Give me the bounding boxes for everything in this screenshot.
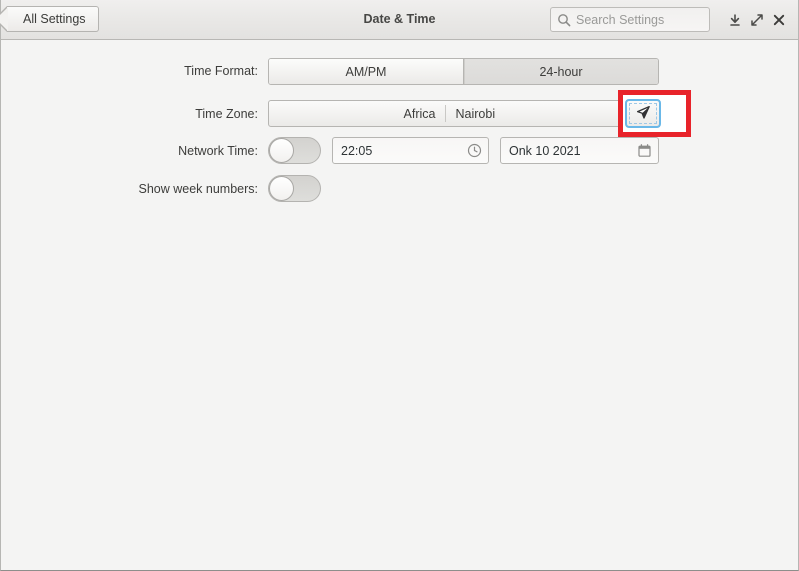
time-zone-region[interactable]: Africa bbox=[269, 101, 445, 126]
time-input[interactable]: 22:05 bbox=[332, 137, 489, 164]
search-placeholder: Search Settings bbox=[576, 12, 665, 27]
show-week-numbers-toggle[interactable] bbox=[268, 175, 321, 202]
header-right-group: Search Settings bbox=[550, 7, 790, 32]
all-settings-back-button[interactable]: All Settings bbox=[0, 6, 99, 32]
toggle-knob bbox=[269, 138, 294, 163]
network-time-label: Network Time: bbox=[178, 144, 258, 158]
clock-icon[interactable] bbox=[467, 143, 482, 158]
maximize-button[interactable] bbox=[746, 8, 768, 32]
time-zone-field[interactable]: Africa Nairobi bbox=[268, 100, 623, 127]
time-format-option-ampm[interactable]: AM/PM bbox=[269, 59, 463, 84]
header-bar: All Settings Date & Time Search Settings bbox=[0, 0, 798, 40]
show-week-numbers-label: Show week numbers: bbox=[138, 182, 258, 196]
calendar-icon[interactable] bbox=[637, 143, 652, 158]
back-button-label: All Settings bbox=[23, 12, 86, 26]
time-zone-city[interactable]: Nairobi bbox=[446, 101, 623, 126]
date-input[interactable]: Onk 10 2021 bbox=[500, 137, 659, 164]
close-x-icon bbox=[772, 13, 786, 27]
settings-content: Time Format: AM/PM 24-hour Time Zone: Af… bbox=[1, 40, 798, 570]
network-time-toggle[interactable] bbox=[268, 137, 321, 164]
date-value: Onk 10 2021 bbox=[509, 143, 581, 158]
settings-window: All Settings Date & Time Search Settings bbox=[0, 0, 799, 571]
search-icon bbox=[557, 13, 571, 27]
time-zone-label: Time Zone: bbox=[195, 107, 258, 121]
minimize-button[interactable] bbox=[724, 8, 746, 32]
time-format-option-24hour[interactable]: 24-hour bbox=[463, 59, 658, 84]
time-value: 22:05 bbox=[341, 143, 373, 158]
time-format-segmented-control[interactable]: AM/PM 24-hour bbox=[268, 58, 659, 85]
header-left-group: All Settings bbox=[0, 6, 99, 32]
navigation-arrow-icon bbox=[635, 104, 652, 124]
detect-location-button[interactable] bbox=[625, 99, 661, 128]
expand-arrows-icon bbox=[750, 13, 764, 27]
search-input[interactable]: Search Settings bbox=[550, 7, 710, 32]
toggle-knob bbox=[269, 176, 294, 201]
download-minimize-icon bbox=[728, 13, 742, 27]
time-format-label: Time Format: bbox=[184, 64, 258, 78]
close-button[interactable] bbox=[768, 8, 790, 32]
